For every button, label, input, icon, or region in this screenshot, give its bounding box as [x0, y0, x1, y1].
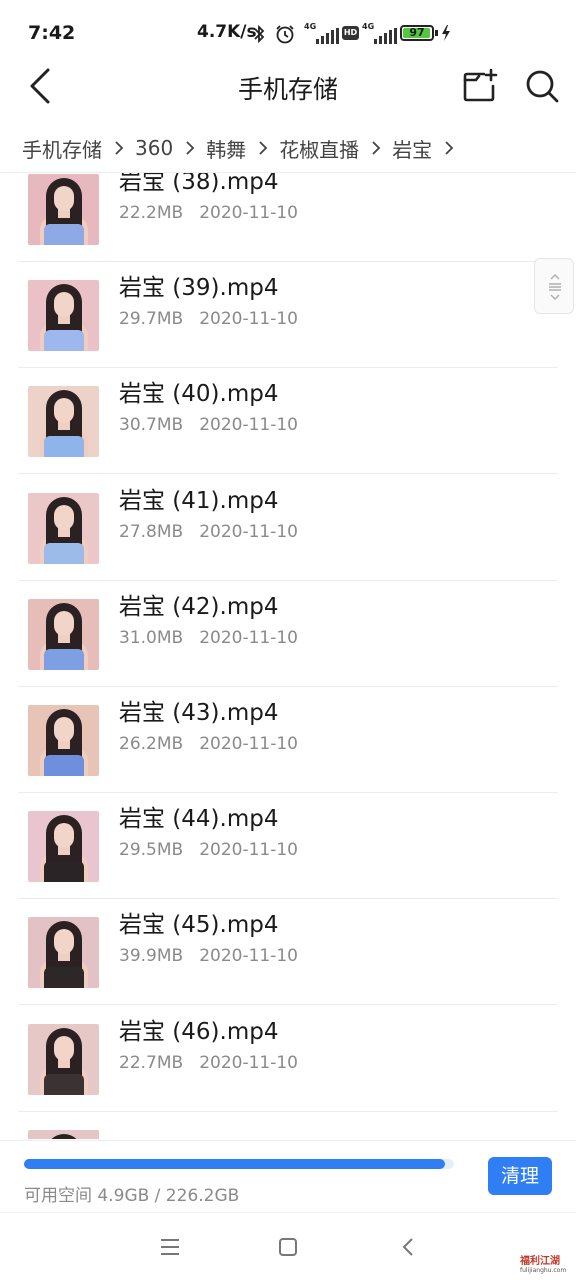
header: 手机存储: [0, 54, 576, 120]
watermark-url: fulijianghu.com: [520, 1267, 567, 1274]
breadcrumb-item[interactable]: 岩宝: [392, 134, 432, 163]
battery-icon: 97: [400, 25, 434, 41]
signal-4g-icon: 4G: [304, 22, 339, 44]
file-date: 2020-11-10: [199, 946, 298, 967]
new-folder-icon[interactable]: [462, 68, 498, 104]
file-size: 29.5MB: [119, 840, 184, 861]
file-name: 岩宝 (44).mp4: [119, 806, 279, 833]
file-date: 2020-11-10: [199, 1052, 298, 1073]
file-size: 39.9MB: [119, 946, 184, 967]
file-date: 2020-11-10: [199, 203, 298, 223]
breadcrumb-item[interactable]: 花椒直播: [279, 134, 359, 163]
breadcrumb-item[interactable]: 360: [135, 136, 173, 160]
file-date: 2020-11-10: [199, 415, 298, 436]
file-meta: 30.7MB 2020-11-10: [119, 415, 298, 435]
home-square-icon[interactable]: [274, 1233, 302, 1261]
file-date: 2020-11-10: [199, 521, 298, 542]
file-meta: 29.5MB 2020-11-10: [119, 840, 298, 860]
file-meta: 31.0MB 2020-11-10: [119, 628, 298, 648]
file-list-item[interactable]: 岩宝 (43).mp4 26.2MB 2020-11-10: [0, 687, 576, 793]
video-thumbnail: [28, 1129, 99, 1139]
file-list-item[interactable]: 岩宝 (41).mp4 27.8MB 2020-11-10: [0, 475, 576, 581]
menu-icon[interactable]: [156, 1233, 184, 1261]
file-list-item[interactable]: 岩宝 (39).mp4 29.7MB 2020-11-10: [0, 262, 576, 369]
status-time: 7:42: [28, 22, 76, 44]
file-list-item[interactable]: 岩宝 (40).mp4 30.7MB 2020-11-10: [0, 368, 576, 475]
video-thumbnail: [28, 1023, 99, 1095]
storage-progress-bar: [24, 1159, 454, 1169]
file-list-item[interactable]: 岩宝 (46).mp4 22.7MB 2020-11-10: [0, 1006, 576, 1112]
file-list[interactable]: 岩宝 (38).mp4 22.2MB 2020-11-10 岩宝 (39).mp4 29…: [0, 173, 576, 1139]
breadcrumb: 手机存储 360 韩舞 花椒直播 岩宝: [22, 132, 465, 164]
video-thumbnail: [28, 705, 99, 776]
file-name: 岩宝 (43).mp4: [119, 700, 279, 726]
video-thumbnail: [28, 598, 99, 670]
breadcrumb-item[interactable]: 韩舞: [206, 134, 246, 163]
file-size: 26.2MB: [119, 734, 184, 754]
bluetooth-icon: [254, 24, 265, 44]
file-size: 27.8MB: [119, 521, 184, 542]
chevron-right-icon: [372, 141, 381, 155]
battery-tip: [435, 30, 438, 36]
video-thumbnail: [28, 811, 99, 883]
file-size: 22.2MB: [119, 203, 184, 223]
video-thumbnail: [28, 280, 99, 352]
fast-scroll-handle[interactable]: [534, 258, 574, 314]
file-meta: 39.9MB 2020-11-10: [119, 946, 298, 966]
signal-4g-icon: 4G: [362, 22, 397, 44]
clean-button[interactable]: 清理: [488, 1157, 552, 1195]
video-thumbnail: [28, 492, 99, 564]
file-meta: 27.8MB 2020-11-10: [119, 522, 298, 542]
alarm-icon: [276, 25, 294, 44]
file-size: 22.7MB: [119, 1052, 184, 1073]
file-size: 31.0MB: [119, 627, 184, 648]
file-date: 2020-11-10: [199, 840, 298, 861]
hd-icon: HD: [342, 26, 359, 40]
video-thumbnail: [28, 386, 99, 458]
battery-level: 97: [409, 26, 425, 39]
chevron-right-icon: [115, 141, 124, 155]
storage-available-text: 可用空间 4.9GB / 226.2GB: [24, 1186, 240, 1206]
chevron-right-icon: [186, 141, 195, 155]
file-name: 岩宝 (46).mp4: [119, 1018, 279, 1045]
file-date: 2020-11-10: [199, 309, 298, 330]
chevron-right-icon: [259, 141, 268, 155]
file-name: 岩宝 (42).mp4: [119, 593, 279, 620]
nav-bar: [0, 1212, 576, 1280]
watermark-logo: 福利江湖 fulijianghu.com: [520, 1252, 572, 1278]
file-size: 29.7MB: [119, 309, 184, 330]
file-list-item[interactable]: 岩宝 (44).mp4 29.5MB 2020-11-10: [0, 793, 576, 900]
file-name: 岩宝 (39).mp4: [119, 275, 279, 302]
breadcrumb-item[interactable]: 手机存储: [22, 134, 102, 163]
file-date: 2020-11-10: [199, 734, 298, 754]
file-name: 岩宝 (40).mp4: [119, 381, 279, 408]
file-date: 2020-11-10: [199, 627, 298, 648]
network-speed: 4.7K/s: [197, 22, 257, 42]
file-list-item[interactable]: 岩宝 (38).mp4 22.2MB 2020-11-10: [0, 173, 576, 262]
charging-icon: [442, 25, 450, 41]
file-size: 30.7MB: [119, 415, 184, 436]
file-meta: 29.7MB 2020-11-10: [119, 309, 298, 329]
drag-handle-icon: [549, 273, 561, 301]
file-name: 岩宝 (38).mp4: [119, 173, 279, 195]
back-triangle-icon[interactable]: [394, 1233, 422, 1261]
search-icon[interactable]: [524, 68, 560, 104]
watermark-text: 福利江湖: [520, 1256, 560, 1267]
file-name: 岩宝 (41).mp4: [119, 487, 279, 514]
storage-progress-fill: [24, 1159, 445, 1169]
storage-panel: 可用空间 4.9GB / 226.2GB 清理: [0, 1140, 576, 1212]
video-thumbnail: [28, 174, 99, 245]
file-meta: 26.2MB 2020-11-10: [119, 734, 298, 754]
file-name: 岩宝 (45).mp4: [119, 912, 279, 939]
file-list-item-partial[interactable]: [0, 1112, 576, 1139]
chevron-right-icon: [445, 141, 454, 155]
video-thumbnail: [28, 917, 99, 989]
file-list-item[interactable]: 岩宝 (45).mp4 39.9MB 2020-11-10: [0, 899, 576, 1006]
file-list-item[interactable]: 岩宝 (42).mp4 31.0MB 2020-11-10: [0, 581, 576, 687]
file-meta: 22.2MB 2020-11-10: [119, 203, 298, 223]
file-meta: 22.7MB 2020-11-10: [119, 1053, 298, 1073]
